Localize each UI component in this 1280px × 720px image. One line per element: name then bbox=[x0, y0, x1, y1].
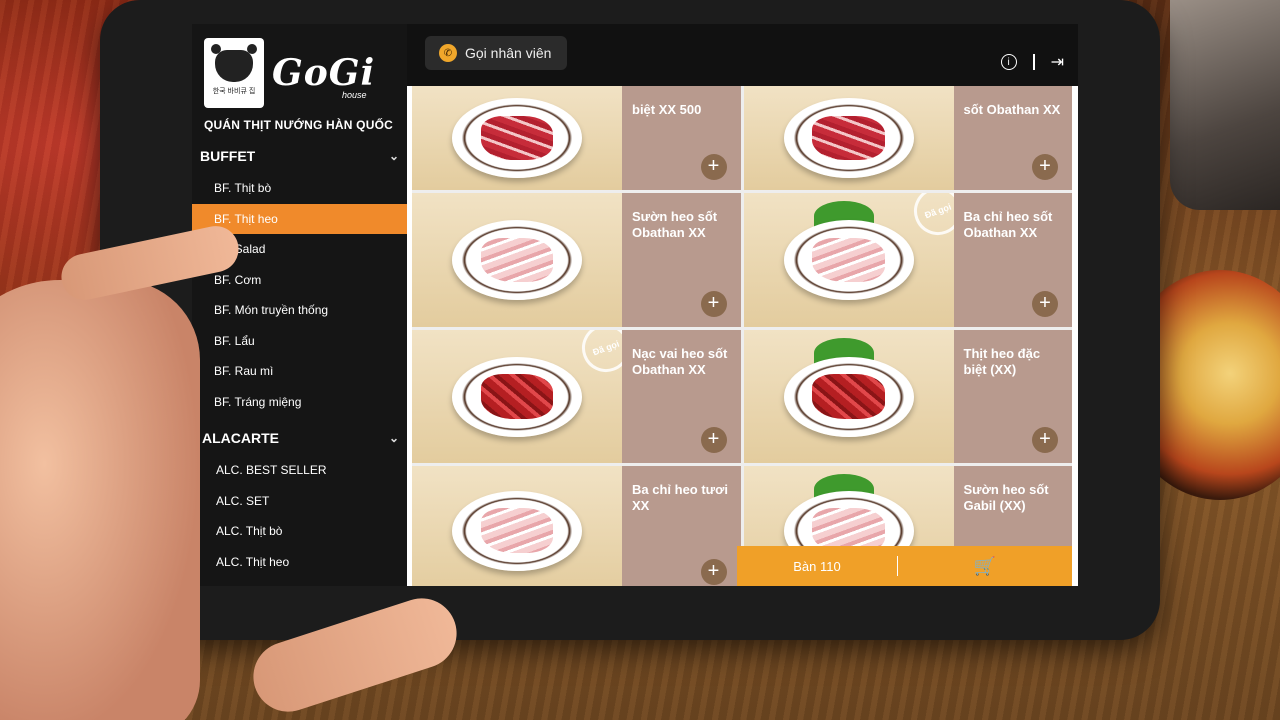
sidebar-item[interactable]: ALC. Thịt bò bbox=[192, 516, 407, 547]
menu-item-grid: biệt XX 500 + sốt Obathan XX + Sườn heo sốt … bbox=[412, 86, 1072, 586]
dish-info: Nạc vai heo sốt Obathan XX + bbox=[622, 330, 741, 463]
add-to-order-button[interactable]: + bbox=[700, 154, 727, 180]
sidebar-item[interactable]: ALC. Thịt heo bbox=[192, 547, 407, 578]
grill-plate bbox=[1170, 0, 1280, 210]
sidebar-item[interactable]: BF. Thịt bò bbox=[192, 173, 407, 204]
dish-name: biệt XX 500 bbox=[632, 102, 702, 117]
menu-item-card[interactable]: Đã gọi Nạc vai heo sốt Obathan XX + bbox=[412, 330, 741, 463]
alacarte-category-list: ALC. BEST SELLER ALC. SET ALC. Thịt bò ALC.… bbox=[192, 455, 407, 577]
top-bar: ✆ Gọi nhân viên i ⇥ bbox=[407, 24, 1078, 86]
dish-name: Ba chỉ heo sốt Obathan XX bbox=[963, 209, 1053, 240]
dish-image: Đã gọi bbox=[412, 330, 637, 463]
logout-icon[interactable]: ⇥ bbox=[1051, 52, 1064, 72]
sidebar-item[interactable]: BF. Rau mì bbox=[192, 356, 407, 387]
section-title: BUFFET bbox=[200, 148, 256, 164]
brand-sub: house bbox=[342, 90, 367, 100]
add-to-order-button[interactable]: + bbox=[700, 291, 727, 317]
dish-info: biệt XX 500 + bbox=[622, 86, 741, 190]
call-staff-label: Gọi nhân viên bbox=[465, 45, 552, 61]
dish-image bbox=[743, 330, 954, 463]
cart-icon[interactable]: 🛒 bbox=[898, 556, 1072, 577]
sidebar-item[interactable]: ALC. SET bbox=[192, 486, 407, 517]
add-to-order-button[interactable]: + bbox=[700, 427, 727, 453]
menu-item-card[interactable]: biệt XX 500 + bbox=[412, 86, 741, 190]
dish-info: Sườn heo sốt Obathan XX + bbox=[622, 193, 741, 327]
menu-item-card[interactable]: Đã gọi Ba chỉ heo sốt Obathan XX + bbox=[743, 193, 1072, 327]
dish-info: sốt Obathan XX + bbox=[953, 86, 1072, 190]
dish-name: Ba chỉ heo tươi XX bbox=[632, 482, 728, 513]
dish-image bbox=[743, 86, 954, 190]
add-to-order-button[interactable]: + bbox=[1032, 291, 1058, 317]
menu-item-card[interactable]: sốt Obathan XX + bbox=[743, 86, 1072, 190]
dish-name: Sườn heo sốt Gabil (XX) bbox=[963, 482, 1049, 513]
dish-name: Nạc vai heo sốt Obathan XX bbox=[632, 346, 728, 377]
dish-image: Đã gọi bbox=[743, 193, 969, 327]
hand bbox=[0, 280, 200, 720]
restaurant-tagline: QUÁN THỊT NƯỚNG HÀN QUỐC bbox=[204, 118, 393, 132]
menu-item-card[interactable]: Ba chỉ heo tươi XX + bbox=[412, 466, 741, 586]
sidebar-item[interactable]: BF. Món truyền thống bbox=[192, 295, 407, 326]
divider bbox=[1032, 54, 1035, 70]
buffet-section-header[interactable]: BUFFET ⌄ bbox=[192, 139, 407, 173]
sidebar-item[interactable]: BF. Tráng miệng bbox=[192, 387, 407, 418]
dish-name: Thịt heo đặc biệt (XX) bbox=[963, 346, 1041, 377]
sidebar-item[interactable]: ALC. BEST SELLER bbox=[192, 455, 407, 486]
add-to-order-button[interactable]: + bbox=[1032, 427, 1058, 453]
dish-name: Sườn heo sốt Obathan XX bbox=[632, 209, 718, 240]
dish-image bbox=[412, 193, 622, 327]
section-title: ALACARTE bbox=[202, 430, 279, 446]
brand-name: GoGi bbox=[272, 52, 376, 94]
add-to-order-button[interactable]: + bbox=[1032, 154, 1058, 180]
cow-logo-icon: 한국 바비큐 집 bbox=[204, 38, 264, 108]
dish-info: Ba chỉ heo tươi XX + bbox=[622, 466, 741, 586]
sidebar-item[interactable]: BF. Lẩu bbox=[192, 326, 407, 357]
table-number: Bàn 110 bbox=[793, 558, 841, 574]
dish-image bbox=[412, 466, 622, 586]
alacarte-section-header[interactable]: ALACARTE ⌄ bbox=[192, 421, 407, 455]
chevron-down-icon: ⌄ bbox=[388, 149, 399, 163]
add-to-order-button[interactable]: + bbox=[700, 559, 727, 585]
category-sidebar: 한국 바비큐 집 GoGi house QUÁN THỊT NƯỚNG HÀN … bbox=[192, 24, 407, 586]
chevron-down-icon: ⌄ bbox=[388, 431, 399, 445]
info-icon[interactable]: i bbox=[1000, 54, 1017, 70]
menu-item-card[interactable]: Sườn heo sốt Obathan XX + bbox=[412, 193, 741, 327]
call-staff-button[interactable]: ✆ Gọi nhân viên bbox=[425, 36, 567, 70]
dish-image bbox=[412, 86, 622, 190]
dish-info: Ba chỉ heo sốt Obathan XX + bbox=[953, 193, 1072, 327]
menu-item-card[interactable]: Thịt heo đặc biệt (XX) + bbox=[743, 330, 1072, 463]
tablet-screen: 한국 바비큐 집 GoGi house QUÁN THỊT NƯỚNG HÀN … bbox=[192, 24, 1078, 586]
dish-name: sốt Obathan XX bbox=[963, 102, 1061, 117]
dish-info: Thịt heo đặc biệt (XX) + bbox=[953, 330, 1072, 463]
restaurant-logo: 한국 바비큐 집 GoGi house QUÁN THỊT NƯỚNG HÀN … bbox=[192, 24, 407, 139]
order-bar[interactable]: Bàn 110 🛒 bbox=[737, 546, 1072, 586]
phone-icon: ✆ bbox=[439, 44, 457, 62]
buffet-category-list: BF. Thịt bò BF. Thịt heo BF. Salad BF. Cơm B… bbox=[192, 173, 407, 417]
